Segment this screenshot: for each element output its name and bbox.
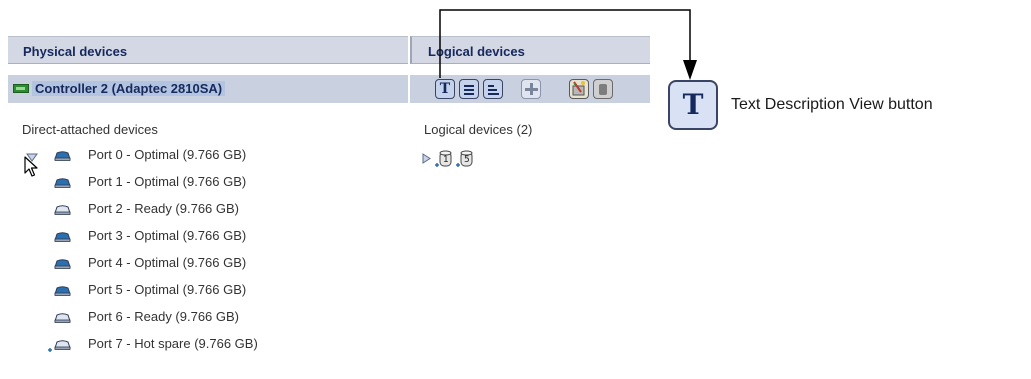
- wizard-button[interactable]: [569, 79, 589, 99]
- disk-drive-icon: [54, 205, 71, 215]
- disk-drive-icon: [54, 286, 71, 296]
- port-label[interactable]: Port 7 - Hot spare (9.766 GB): [88, 336, 258, 351]
- disk-drive-icon: [54, 313, 71, 323]
- callout-label: Text Description View button: [731, 96, 933, 113]
- logical-devices-header: Logical devices: [410, 36, 650, 64]
- controller-row[interactable]: Controller 2 (Adaptec 2810SA): [8, 75, 408, 103]
- logical-devices-count-label: Logical devices (2): [424, 122, 533, 137]
- port-label[interactable]: Port 1 - Optimal (9.766 GB): [88, 174, 246, 189]
- physical-devices-title: Physical devices: [23, 44, 128, 59]
- text-description-view-callout-icon: T: [668, 80, 718, 130]
- controller-label[interactable]: Controller 2 (Adaptec 2810SA): [32, 81, 226, 96]
- mouse-pointer-icon: [24, 156, 38, 177]
- port-label[interactable]: Port 5 - Optimal (9.766 GB): [88, 282, 246, 297]
- logical-drive-icon[interactable]: 5: [455, 148, 475, 175]
- disk-drive-icon: [54, 259, 71, 269]
- port-label[interactable]: Port 2 - Ready (9.766 GB): [88, 201, 239, 216]
- add-logical-device-button[interactable]: [521, 79, 541, 99]
- physical-devices-header: Physical devices: [8, 36, 408, 64]
- disk-drive-icon: [54, 232, 71, 242]
- port-label[interactable]: Port 3 - Optimal (9.766 GB): [88, 228, 246, 243]
- logical-drive-icon[interactable]: 1: [434, 148, 454, 175]
- controller-card-icon: [13, 84, 29, 93]
- port-label[interactable]: Port 4 - Optimal (9.766 GB): [88, 255, 246, 270]
- text-description-view-button[interactable]: T: [435, 79, 455, 99]
- disk-drive-icon: [54, 151, 71, 161]
- raid-level-label: 1: [443, 155, 449, 165]
- storage-manager-panel: Physical devices Logical devices Control…: [8, 36, 650, 379]
- list-view-button[interactable]: [459, 79, 479, 99]
- logical-tree-expand-toggle-icon[interactable]: [422, 153, 431, 164]
- port-label[interactable]: Port 6 - Ready (9.766 GB): [88, 309, 239, 324]
- disk-drive-icon: [54, 178, 71, 188]
- disk-drive-icon: [48, 340, 71, 352]
- direct-attached-devices-label: Direct-attached devices: [22, 122, 158, 137]
- delete-button[interactable]: [593, 79, 613, 99]
- text-description-view-icon: T: [439, 81, 451, 97]
- raid-level-label: 5: [464, 155, 470, 165]
- logical-devices-title: Logical devices: [428, 44, 525, 59]
- logical-toolbar: T: [410, 75, 650, 103]
- wizard-icon: [572, 81, 585, 96]
- port-label[interactable]: Port 0 - Optimal (9.766 GB): [88, 147, 246, 162]
- bar-view-button[interactable]: [483, 79, 503, 99]
